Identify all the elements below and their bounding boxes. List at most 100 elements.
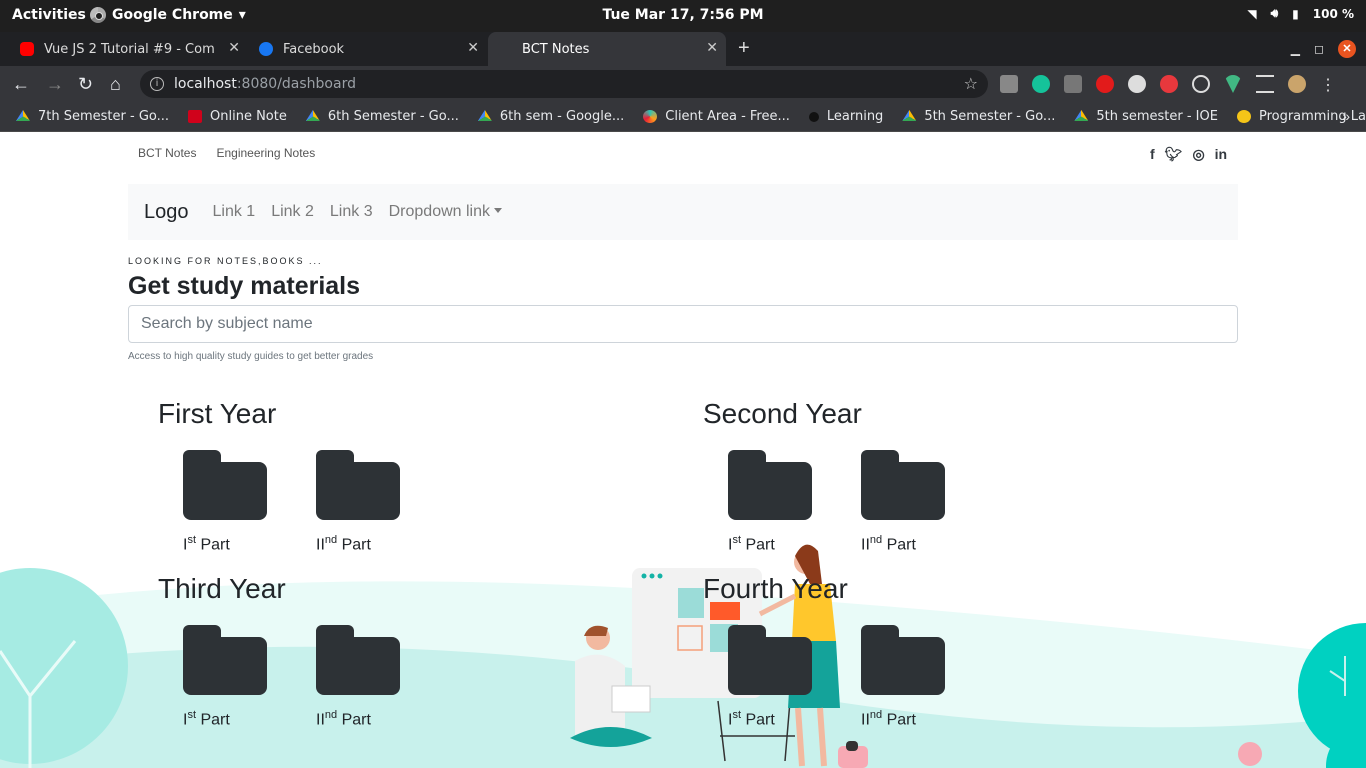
brand-logo[interactable]: Logo <box>144 201 189 224</box>
bookmark-item[interactable]: Client Area - Free... <box>643 109 790 124</box>
part-folder[interactable]: IInd Part <box>316 625 406 735</box>
year-block-first: First Year Ist Part IInd Part <box>158 398 558 568</box>
bookmark-label: Learning <box>826 109 884 124</box>
os-top-bar: Activities Google Chrome ▾ Tue Mar 17, 7… <box>0 0 1366 32</box>
tool-extension-icon[interactable] <box>1128 75 1146 93</box>
nav-link-2[interactable]: Link 2 <box>271 203 314 221</box>
part-label: IInd Part <box>316 534 371 554</box>
caret-down-icon <box>494 208 502 213</box>
part-folder[interactable]: IInd Part <box>861 625 951 735</box>
block-extension-icon[interactable] <box>1096 75 1114 93</box>
profile-avatar[interactable] <box>1288 75 1306 93</box>
subject-search-input[interactable] <box>128 305 1238 343</box>
linkedin-icon[interactable]: in <box>1215 146 1227 163</box>
bookmark-item[interactable]: 7th Semester - Go... <box>16 109 169 124</box>
top-link-bct-notes[interactable]: BCT Notes <box>138 146 196 160</box>
extensions-bar: ⋮ <box>1000 75 1336 95</box>
search-hint: Access to high quality study guides to g… <box>128 351 374 362</box>
drive-icon <box>305 110 320 122</box>
react-devtools-icon[interactable] <box>1192 75 1210 93</box>
twitter-icon[interactable]: 🐦︎ <box>1165 146 1183 163</box>
linux-icon <box>1236 110 1251 123</box>
bookmark-label: Online Note <box>210 109 287 124</box>
new-tab-button[interactable]: + <box>738 37 750 60</box>
tab-strip: Vue JS 2 Tutorial #9 - Compute ✕ Faceboo… <box>0 32 1366 66</box>
maximize-icon[interactable]: ◻ <box>1314 42 1324 56</box>
bookmark-item[interactable]: Learning <box>808 109 884 124</box>
url-path: :8080/dashboard <box>236 76 356 92</box>
bookmark-item[interactable]: 6th sem - Google... <box>477 109 624 124</box>
part-label: Ist Part <box>183 709 230 729</box>
url-host: localhost <box>174 76 237 92</box>
grammarly-icon[interactable] <box>1032 75 1050 93</box>
minimize-icon[interactable]: ▁ <box>1291 42 1300 56</box>
bookmarks-bar: 7th Semester - Go... Online Note 6th Sem… <box>0 102 1366 132</box>
close-window-icon[interactable]: ✕ <box>1338 40 1356 58</box>
activities-button[interactable]: Activities <box>12 7 86 23</box>
folder-icon <box>183 625 267 695</box>
menu-kebab-icon[interactable]: ⋮ <box>1320 75 1336 95</box>
eyebrow-text: LOOKING FOR NOTES,BOOKS ... <box>128 256 323 266</box>
lastpass-icon[interactable] <box>1160 75 1178 93</box>
nav-link-3[interactable]: Link 3 <box>330 203 373 221</box>
media-control-icon[interactable] <box>1256 75 1274 93</box>
year-title: First Year <box>158 398 277 429</box>
part-folder[interactable]: Ist Part <box>728 450 818 560</box>
facebook-extension-icon[interactable] <box>1064 75 1082 93</box>
drive-icon <box>902 110 917 122</box>
part-folder[interactable]: Ist Part <box>728 625 818 735</box>
close-tab-icon[interactable]: ✕ <box>467 40 479 56</box>
close-tab-icon[interactable]: ✕ <box>706 40 718 56</box>
part-label: Ist Part <box>728 709 775 729</box>
page-favicon <box>498 42 512 56</box>
bookmark-item[interactable]: 6th Semester - Go... <box>305 109 459 124</box>
bookmark-star-icon[interactable]: ☆ <box>964 70 978 98</box>
bookmark-item[interactable]: 5th Semester - Go... <box>902 109 1055 124</box>
bookmark-label: 5th Semester - Go... <box>924 109 1056 124</box>
reload-icon[interactable]: ↻ <box>78 74 93 94</box>
part-folder[interactable]: Ist Part <box>183 450 273 560</box>
vue-devtools-icon[interactable] <box>1224 75 1242 93</box>
tab-vue-tutorial[interactable]: Vue JS 2 Tutorial #9 - Compute ✕ <box>10 32 248 66</box>
part-folder[interactable]: IInd Part <box>861 450 951 560</box>
part-label: IInd Part <box>861 709 916 729</box>
nav-link-1[interactable]: Link 1 <box>213 203 256 221</box>
online-note-icon <box>188 110 203 123</box>
more-bookmarks-icon[interactable]: » <box>1342 108 1350 124</box>
system-tray[interactable]: ◥ 🔊︎ ▮ 100 % <box>1247 6 1354 21</box>
globe-icon <box>643 110 658 123</box>
address-bar[interactable]: i localhost:8080/dashboard ☆ <box>140 70 988 98</box>
site-navbar: Logo Link 1 Link 2 Link 3 Dropdown link <box>128 184 1238 240</box>
tab-bct-notes[interactable]: BCT Notes ✕ <box>488 32 726 66</box>
part-label: Ist Part <box>183 534 230 554</box>
close-tab-icon[interactable]: ✕ <box>228 40 240 56</box>
home-icon[interactable]: ⌂ <box>110 74 121 94</box>
tab-title: BCT Notes <box>522 41 590 57</box>
top-link-engineering-notes[interactable]: Engineering Notes <box>216 146 315 160</box>
year-block-fourth: Fourth Year Ist Part IInd Part <box>703 573 1103 743</box>
part-folder[interactable]: IInd Part <box>316 450 406 560</box>
bookmark-label: 6th Semester - Go... <box>327 109 459 124</box>
forward-icon[interactable]: → <box>46 74 64 94</box>
window-controls: ▁ ◻ ✕ <box>1291 40 1356 58</box>
battery-icon: ▮ <box>1292 6 1299 21</box>
camera-extension-icon[interactable] <box>1000 75 1018 93</box>
instagram-icon[interactable]: ◎ <box>1192 146 1204 163</box>
part-folder[interactable]: Ist Part <box>183 625 273 735</box>
nav-dropdown[interactable]: Dropdown link <box>389 203 502 221</box>
bookmark-label: 7th Semester - Go... <box>38 109 170 124</box>
facebook-icon[interactable]: f <box>1150 146 1155 163</box>
year-title: Second Year <box>703 398 862 429</box>
tab-title: Vue JS 2 Tutorial #9 - Compute <box>44 41 214 57</box>
site-info-icon[interactable]: i <box>150 77 164 91</box>
bookmark-item[interactable]: Online Note <box>188 109 287 124</box>
drive-icon <box>16 110 30 122</box>
app-menu[interactable]: Google Chrome ▾ <box>90 7 246 23</box>
year-block-second: Second Year Ist Part IInd Part <box>703 398 1103 568</box>
tab-facebook[interactable]: Facebook ✕ <box>249 32 487 66</box>
back-icon[interactable]: ← <box>12 74 30 94</box>
bookmark-item[interactable]: 5th semester - IOE <box>1074 109 1218 124</box>
folder-icon <box>861 625 945 695</box>
wifi-icon: ◥ <box>1247 6 1257 21</box>
page-title: Get study materials <box>128 272 361 300</box>
